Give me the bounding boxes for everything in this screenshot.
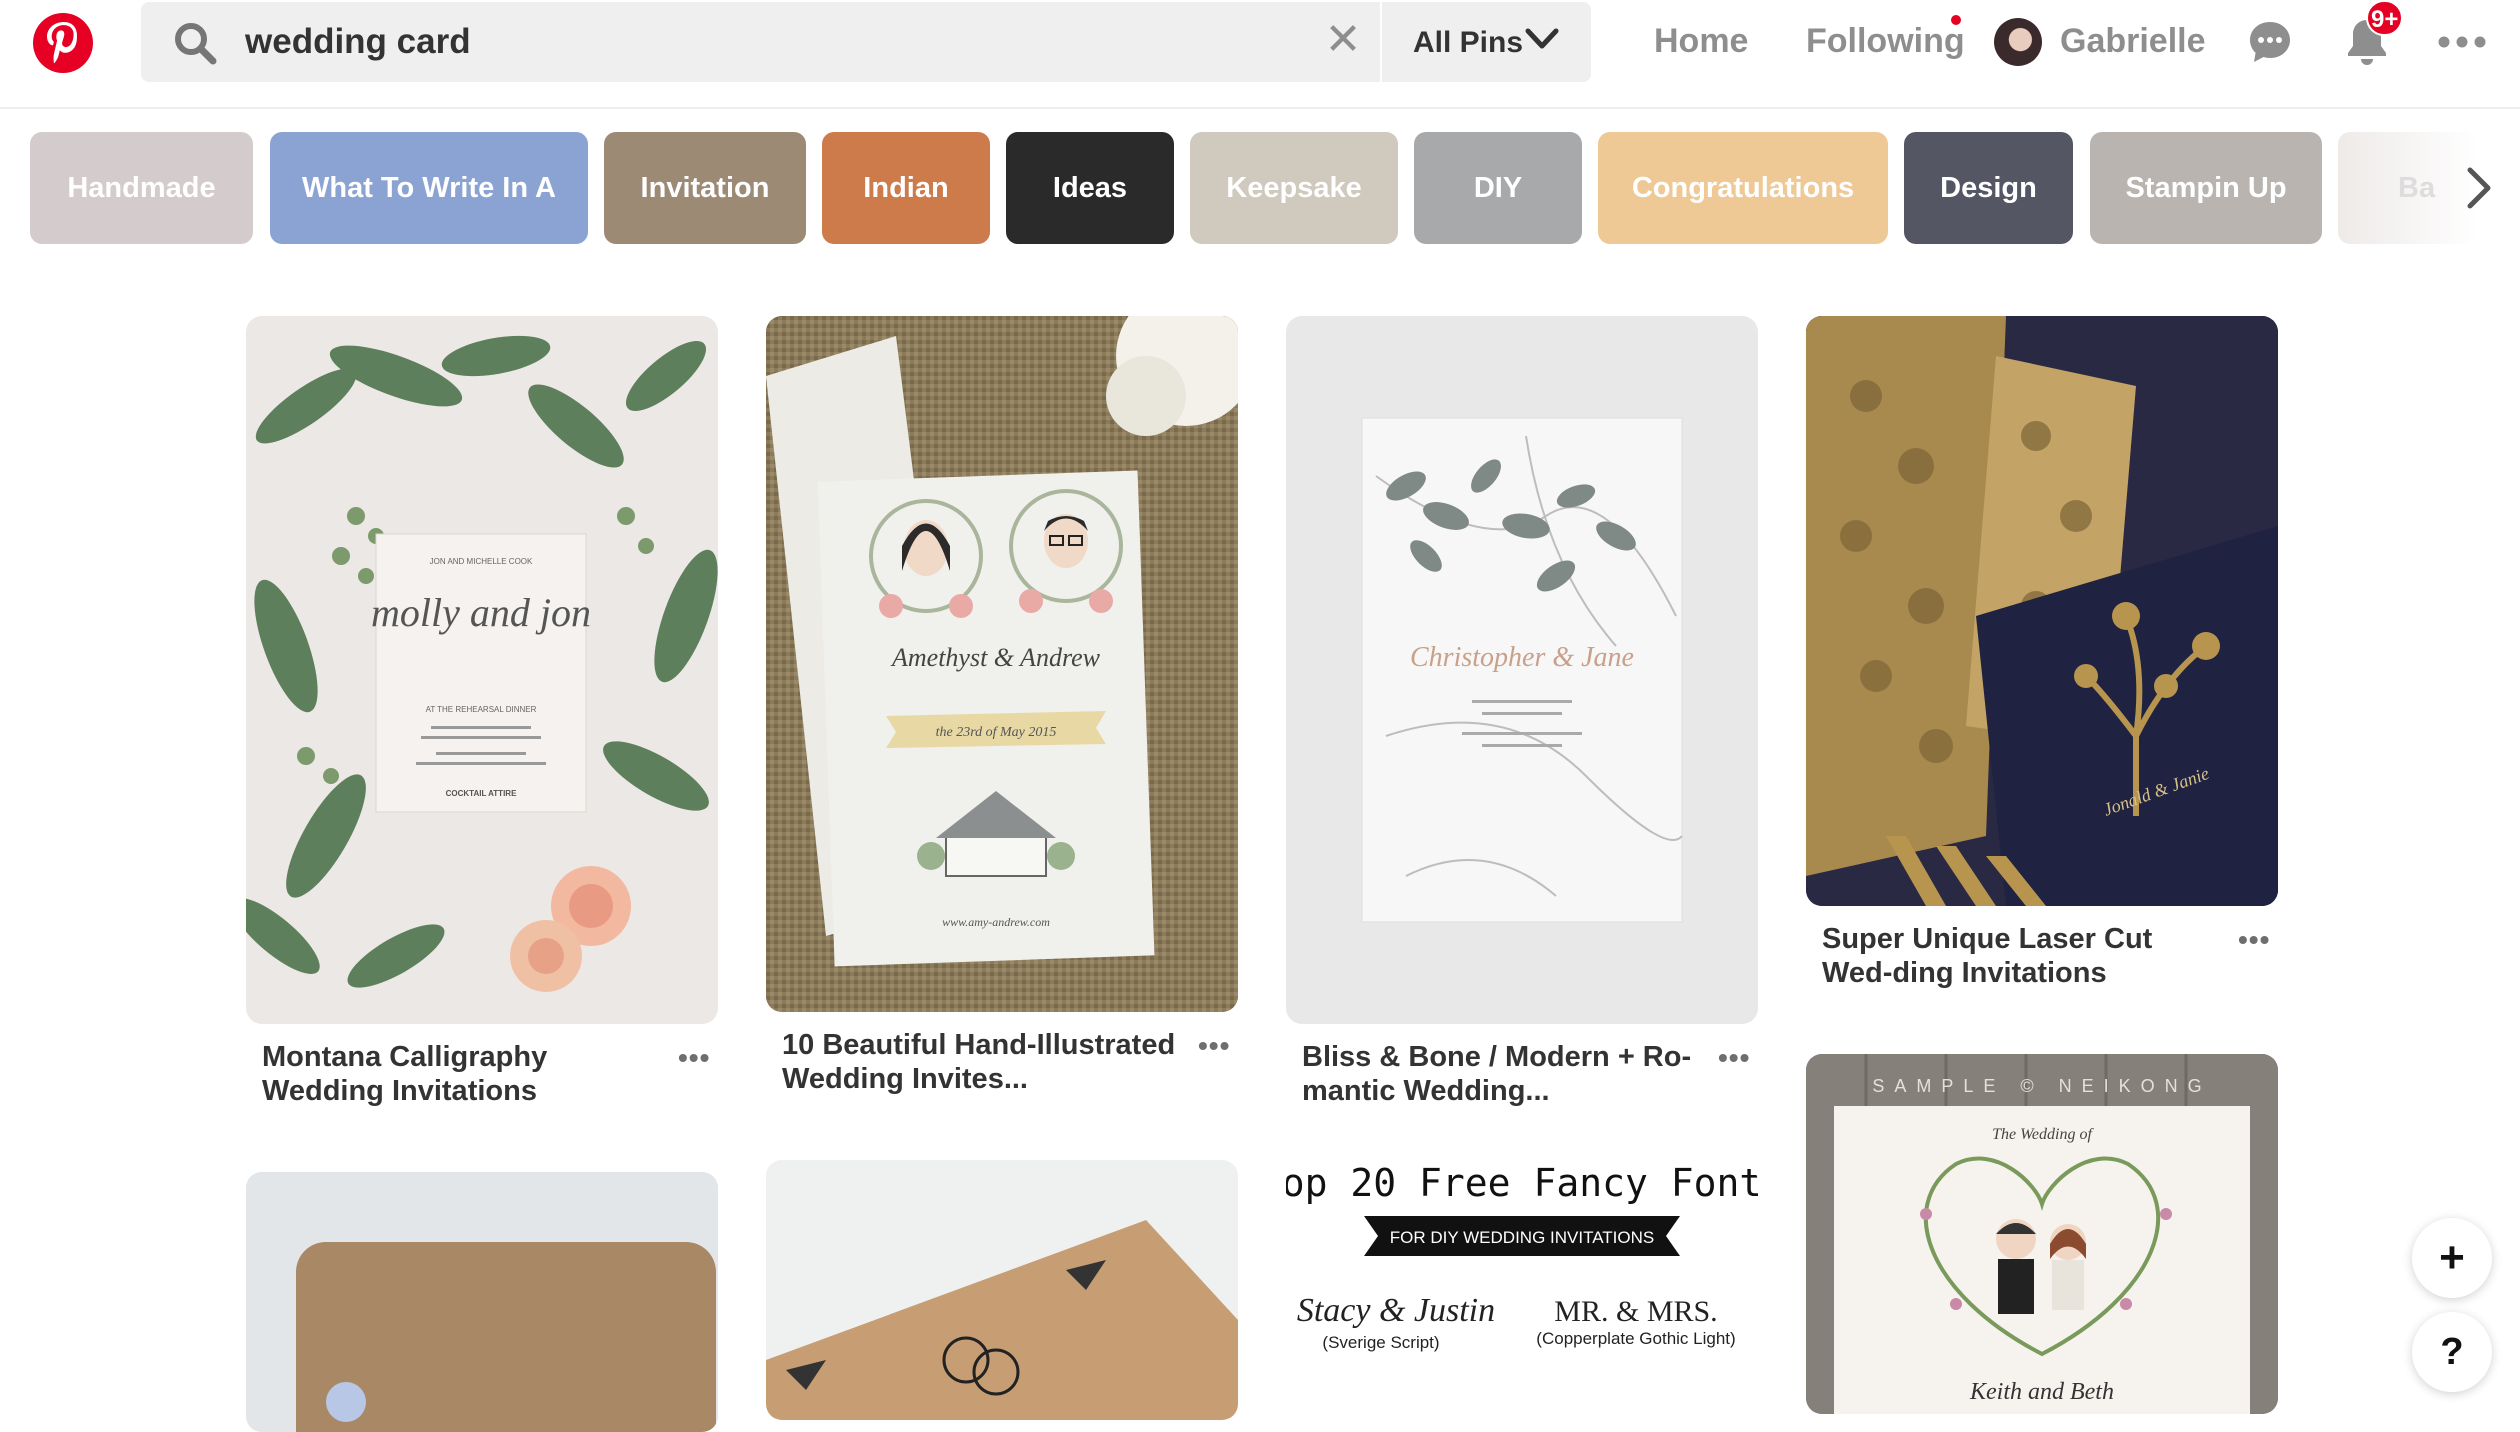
pin-artwork: Amethyst & Andrew the 23rd of May 2015 w…	[766, 316, 1238, 1012]
chip-invitation[interactable]: Invitation	[604, 132, 806, 244]
pin-image-fonts[interactable]: Top 20 Free Fancy Fonts FOR DIY WEDDING …	[1286, 1166, 1758, 1416]
chip-congratulations[interactable]: Congratulations	[1598, 132, 1888, 244]
fonts-sample2-text: MR. & MRS.	[1554, 1295, 1717, 1328]
pin-title[interactable]: Bliss & Bone / Modern + Ro-mantic Weddin…	[1302, 1040, 1702, 1108]
pin-more-options[interactable]: •••	[678, 1042, 710, 1074]
related-search-chips: Handmade What To Write In A Invitation I…	[0, 132, 2520, 244]
chip-stampin-up[interactable]: Stampin Up	[2090, 132, 2322, 244]
montana-hosts-text: JON AND MICHELLE COOK	[430, 557, 533, 566]
fonts-banner-text: FOR DIY WEDDING INVITATIONS	[1390, 1228, 1654, 1247]
pin-artwork: Top 20 Free Fancy Fonts FOR DIY WEDDING …	[1286, 1166, 1758, 1416]
pin-image-montana[interactable]: JON AND MICHELLE COOK molly and jon AT T…	[246, 316, 718, 1024]
help-button[interactable]: ?	[2412, 1312, 2492, 1392]
search-divider	[1380, 2, 1382, 82]
illustrated-date-text: the 23rd of May 2015	[936, 725, 1057, 740]
illustrated-site-text: www.amy-andrew.com	[942, 915, 1050, 929]
search-bar[interactable]: wedding card ✕ All Pins	[141, 2, 1591, 82]
couple-names-text: Keith and Beth	[1969, 1379, 2114, 1405]
pin-title[interactable]: Montana Calligraphy Wedding Invitations	[262, 1040, 662, 1108]
top-nav-bar: wedding card ✕ All Pins Home Following G…	[0, 0, 2520, 109]
nav-home-link[interactable]: Home	[1654, 22, 1748, 61]
fonts-heading-text: Top 20 Free Fancy Fonts	[1286, 1166, 1758, 1205]
clear-search-icon[interactable]: ✕	[1321, 18, 1365, 62]
search-input[interactable]: wedding card	[245, 22, 471, 62]
search-scope-dropdown[interactable]: All Pins	[1413, 26, 1523, 60]
add-pin-button[interactable]: +	[2412, 1218, 2492, 1298]
fonts-sample1-text: Stacy & Justin	[1297, 1292, 1495, 1329]
chip-handmade[interactable]: Handmade	[30, 132, 253, 244]
pin-image-laser-cut[interactable]: Jonald & Janie	[1806, 316, 2278, 906]
chip-keepsake[interactable]: Keepsake	[1190, 132, 1398, 244]
chip-indian[interactable]: Indian	[822, 132, 990, 244]
chip-diy[interactable]: DIY	[1414, 132, 1582, 244]
chip-what-to-write[interactable]: What To Write In A	[270, 132, 588, 244]
montana-names-text: molly and jon	[371, 590, 591, 635]
chip-ideas[interactable]: Ideas	[1006, 132, 1174, 244]
pin-artwork: Christopher & Jane	[1361, 417, 1683, 923]
pin-artwork: JON AND MICHELLE COOK molly and jon AT T…	[246, 335, 718, 992]
pin-image-marble[interactable]: Christopher & Jane	[1286, 316, 1758, 1024]
pin-image-kraft-card[interactable]	[246, 1172, 718, 1432]
pin-more-options[interactable]: •••	[1718, 1042, 1750, 1074]
couple-watermark-text: SAMPLE © NEIKONG	[1872, 1076, 2211, 1096]
pin-title[interactable]: Super Unique Laser Cut Wed-ding Invitati…	[1822, 922, 2222, 990]
messages-icon[interactable]	[2246, 18, 2294, 66]
pin-more-options[interactable]: •••	[1198, 1030, 1230, 1062]
user-avatar[interactable]	[1994, 18, 2042, 66]
nav-following-link[interactable]: Following	[1806, 22, 1965, 61]
pin-artwork: Jonald & Janie	[1806, 316, 2278, 906]
more-options-icon[interactable]	[2438, 32, 2486, 52]
marble-names-text: Christopher & Jane	[1410, 642, 1634, 673]
pin-title[interactable]: 10 Beautiful Hand-Illustrated Wedding In…	[782, 1028, 1182, 1096]
pin-artwork: SAMPLE © NEIKONG The Wedding of Keith an…	[1806, 1054, 2278, 1414]
search-icon	[175, 23, 217, 65]
pin-more-options[interactable]: •••	[2238, 924, 2270, 956]
pin-artwork	[246, 1172, 718, 1432]
pin-image-couple[interactable]: SAMPLE © NEIKONG The Wedding of Keith an…	[1806, 1054, 2278, 1414]
pinterest-logo-icon[interactable]	[30, 10, 96, 76]
chevron-right-icon[interactable]	[2452, 162, 2504, 214]
couple-title-text: The Wedding of	[1992, 1126, 2094, 1143]
pin-artwork	[766, 1160, 1238, 1420]
chip-design[interactable]: Design	[1904, 132, 2073, 244]
montana-event-text: AT THE REHEARSAL DINNER	[426, 705, 537, 714]
fonts-sample2-font-text: (Copperplate Gothic Light)	[1536, 1329, 1735, 1348]
chevron-down-icon[interactable]	[1525, 26, 1559, 52]
pin-image-kraft-rings[interactable]	[766, 1160, 1238, 1420]
notifications-badge: 9+	[2366, 0, 2404, 36]
pin-image-illustrated[interactable]: Amethyst & Andrew the 23rd of May 2015 w…	[766, 316, 1238, 1012]
montana-attire-text: COCKTAIL ATTIRE	[446, 789, 517, 798]
illustrated-names-text: Amethyst & Andrew	[890, 643, 1101, 672]
following-new-dot	[1951, 15, 1961, 25]
fonts-sample1-font-text: (Sverige Script)	[1322, 1333, 1439, 1352]
nav-profile-link[interactable]: Gabrielle	[2060, 22, 2206, 61]
